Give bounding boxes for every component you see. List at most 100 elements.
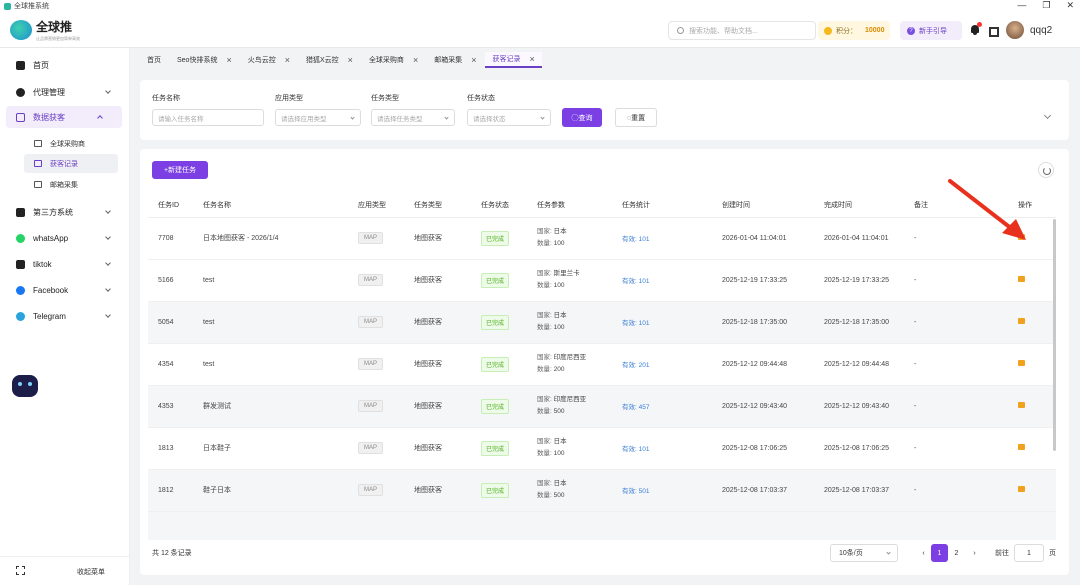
goto-page-input[interactable]: 1 (1014, 544, 1044, 562)
sidebar-item-data-acquisition[interactable]: 数据获客 (6, 106, 122, 128)
close-icon[interactable]: × (226, 55, 231, 65)
sidebar-item-whatsapp[interactable]: whatsApp (0, 227, 130, 249)
task-type: 地图获客 (404, 427, 471, 470)
download-icon[interactable] (1018, 486, 1025, 492)
task-status-cell: 已完成 (471, 301, 527, 344)
tab-label: 获客记录 (492, 56, 521, 63)
collapse-label: 收起菜单 (77, 569, 105, 576)
download-icon[interactable] (1018, 402, 1025, 408)
avatar[interactable] (1006, 21, 1024, 39)
page-tabs: 首页 Seo快排系统 × 火鸟云控 × 猎狐X云控 × 全球采购商 × 邮箱采集 × 获客… (140, 50, 544, 68)
vertical-scrollbar[interactable] (1053, 219, 1056, 451)
close-icon[interactable]: × (471, 55, 476, 65)
column-header: 任务名称 (193, 193, 348, 218)
completed-time: 2025-12-12 09:43:40 (814, 385, 904, 428)
global-search-input[interactable]: 搜索功能、帮助文档... (668, 21, 816, 40)
new-task-button[interactable]: +新建任务 (152, 161, 208, 179)
table-row[interactable]: 1813 日本鞋子 MAP 地图获客 已完成 国家: 日本 数量: 100 有效: 101 20… (148, 427, 1056, 470)
minimize-button[interactable]: — (1017, 0, 1026, 11)
created-time: 2025-12-19 17:33:25 (712, 259, 814, 302)
sidebar-item-third-party[interactable]: 第三方系统 (0, 201, 130, 223)
task-name-input[interactable]: 请输入任务名称 (152, 109, 264, 126)
download-icon[interactable] (1018, 318, 1025, 324)
sidebar-item-telegram[interactable]: Telegram (0, 305, 130, 327)
task-status-cell: 已完成 (471, 469, 527, 512)
sidebar-item-home[interactable]: 首页 (0, 54, 130, 76)
chevron-down-icon (105, 208, 111, 214)
sidebar-item-facebook[interactable]: Facebook (0, 279, 130, 301)
table-row[interactable]: 4353 群发测试 MAP 地图获客 已完成 国家: 印度尼西亚 数量: 500 有效: 45… (148, 385, 1056, 428)
tab-global-buyers[interactable]: 全球采购商 × (362, 52, 425, 68)
task-name: test (193, 259, 348, 302)
points-badge[interactable]: 积分： 10000 (818, 21, 890, 40)
tab-email-collection[interactable]: 邮箱采集 × (427, 52, 483, 68)
app-type-cell: MAP (348, 469, 404, 512)
tab-seo[interactable]: Seo快排系统 × (170, 52, 239, 68)
close-window-button[interactable]: ✕ (1066, 0, 1074, 11)
param-country: 印度尼西亚 (553, 354, 587, 361)
maximize-button[interactable]: ❐ (1042, 0, 1050, 11)
robot-assistant-icon[interactable] (12, 375, 38, 397)
task-id: 5054 (148, 301, 193, 344)
tab-home[interactable]: 首页 (140, 52, 168, 68)
note: - (904, 301, 1008, 344)
table-row[interactable]: 1812 鞋子日本 MAP 地图获客 已完成 国家: 日本 数量: 500 有效: 501 20… (148, 469, 1056, 512)
sidebar-item-label: 首页 (33, 60, 49, 70)
app-type-select[interactable]: 请选择应用类型 (275, 109, 361, 126)
app-type-label: 应用类型 (275, 95, 303, 102)
table-row[interactable]: 5054 test MAP 地图获客 已完成 国家: 日本 数量: 100 有效: 101 20… (148, 301, 1056, 344)
table-row[interactable]: 5166 test MAP 地图获客 已完成 国家: 斯里兰卡 数量: 100 有效: 101… (148, 259, 1056, 302)
expand-filters-icon[interactable] (1043, 111, 1052, 120)
prev-page-button[interactable]: ‹ (915, 544, 932, 562)
task-type-select[interactable]: 请选择任务类型 (371, 109, 455, 126)
valid-count: 有效: 201 (622, 362, 650, 369)
download-icon[interactable] (1018, 276, 1025, 282)
sidebar-subitem-email-collection[interactable]: 邮箱采集 (24, 175, 118, 194)
column-header: 完成时间 (814, 193, 904, 218)
close-icon[interactable]: × (285, 55, 290, 65)
guide-button[interactable]: ? 新手引导 (900, 21, 962, 40)
points-label: 积分： (836, 27, 857, 35)
param-key: 数量: (537, 324, 552, 331)
download-icon[interactable] (1018, 234, 1025, 240)
sidebar-subitem-acquisition-records[interactable]: 获客记录 (24, 154, 118, 173)
task-stats: 有效: 201 (612, 343, 712, 386)
param-key: 国家: (537, 228, 552, 235)
query-button[interactable]: ◯查询 (562, 108, 602, 127)
reset-button[interactable]: ◌重置 (615, 108, 657, 127)
next-page-button[interactable]: › (966, 544, 983, 562)
table-row[interactable]: 7708 日本地图获客 - 2026/1/4 MAP 地图获客 已完成 国家: 日本 数量:… (148, 217, 1056, 260)
close-icon[interactable]: × (413, 55, 418, 65)
sidebar-item-proxy[interactable]: 代理管理 (0, 81, 130, 103)
task-params: 国家: 日本 数量: 100 (527, 301, 612, 344)
page-1-button[interactable]: 1 (931, 544, 948, 562)
tab-huoniao[interactable]: 火鸟云控 × (241, 52, 297, 68)
brand-subtitle: 让品牌营销更加简单高效 (36, 36, 80, 41)
tab-acquisition-records[interactable]: 获客记录 × (485, 52, 542, 68)
tab-liehu[interactable]: 猎狐X云控 × (299, 52, 360, 68)
task-id: 1813 (148, 427, 193, 470)
notification-bell-icon[interactable] (970, 22, 982, 36)
param-country: 斯里兰卡 (553, 270, 580, 277)
refresh-icon[interactable] (1038, 162, 1054, 178)
collapse-menu-button[interactable]: 收起菜单 (0, 556, 130, 584)
close-icon[interactable]: × (348, 55, 353, 65)
sidebar-item-tiktok[interactable]: tiktok (0, 253, 130, 275)
table-row[interactable]: 4354 test MAP 地图获客 已完成 国家: 印度尼西亚 数量: 200 有效: 20… (148, 343, 1056, 386)
download-icon[interactable] (1018, 360, 1025, 366)
download-icon[interactable] (1018, 444, 1025, 450)
fullscreen-icon[interactable] (989, 27, 999, 37)
page-2-button[interactable]: 2 (948, 544, 965, 562)
valid-count: 有效: 101 (622, 320, 650, 327)
note: - (904, 259, 1008, 302)
username[interactable]: qqq2 (1030, 25, 1052, 36)
completed-time: 2026-01-04 11:04:01 (814, 217, 904, 260)
close-icon[interactable]: × (529, 54, 534, 64)
task-status-select[interactable]: 请选择状态 (467, 109, 551, 126)
brand-logo[interactable]: 全球推 让品牌营销更加简单高效 (10, 18, 80, 42)
page-size-select[interactable]: 10条/页 (830, 544, 898, 562)
created-time: 2025-12-12 09:43:40 (712, 385, 814, 428)
sidebar-subitem-global-buyers[interactable]: 全球采购商 (24, 134, 118, 153)
task-name: 日本地图获客 - 2026/1/4 (193, 217, 348, 260)
column-header: 备注 (904, 193, 1008, 218)
